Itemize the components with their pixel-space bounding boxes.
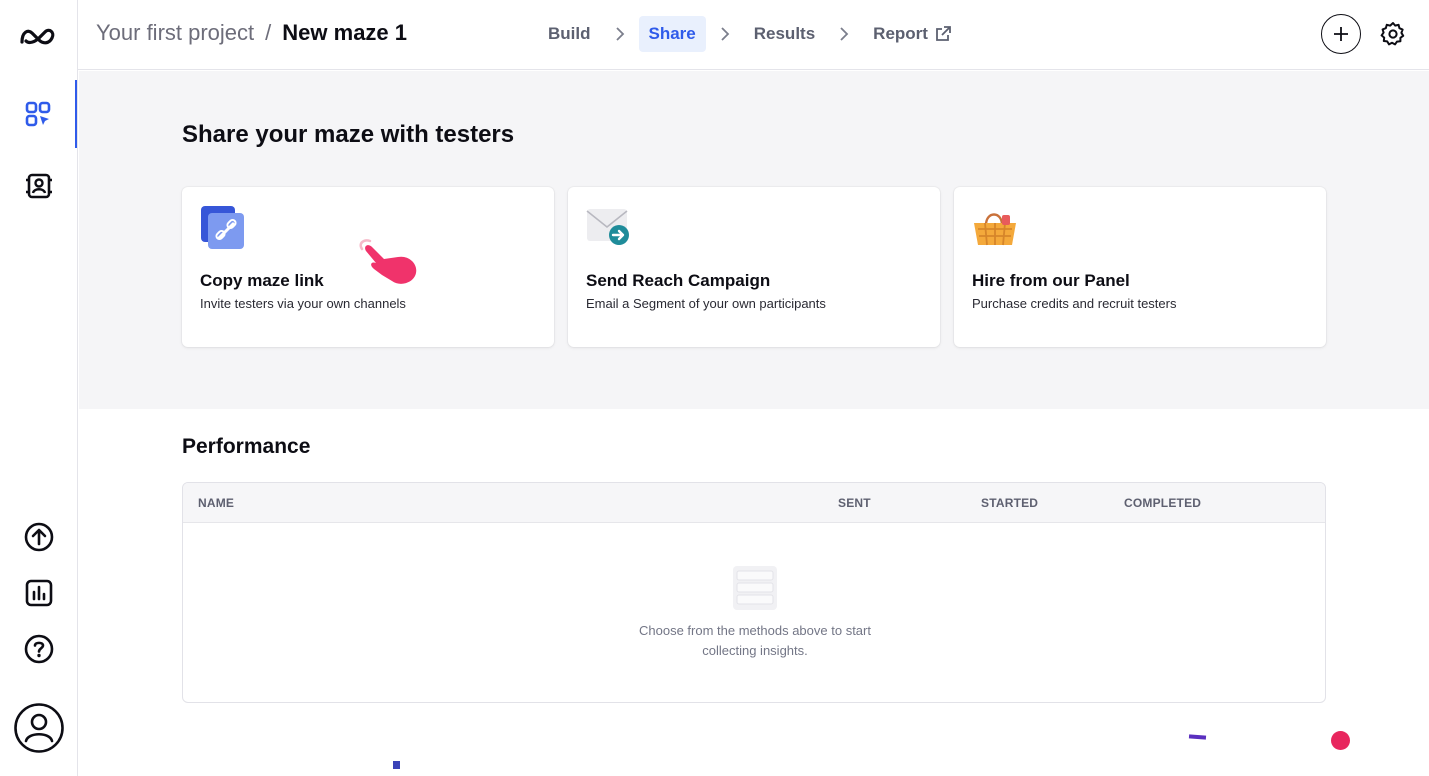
link-icon bbox=[200, 205, 246, 251]
empty-state-text: Choose from the methods above to start c… bbox=[183, 621, 1325, 661]
tab-results[interactable]: Results bbox=[744, 16, 825, 52]
arrow-up-circle-icon bbox=[24, 522, 53, 552]
add-button[interactable] bbox=[1321, 14, 1361, 54]
share-section: Share your maze with testers Copy maze l… bbox=[79, 71, 1429, 409]
contacts-icon bbox=[25, 173, 52, 199]
step-navigation: Build Share Results Report bbox=[538, 16, 962, 52]
breadcrumb-separator: / bbox=[265, 20, 272, 45]
share-title: Share your maze with testers bbox=[182, 121, 515, 148]
performance-title: Performance bbox=[182, 435, 311, 458]
plus-icon bbox=[1334, 27, 1348, 41]
sidebar bbox=[0, 0, 78, 776]
card-description: Purchase credits and recruit testers bbox=[972, 296, 1177, 311]
performance-table: NAME SENT STARTED COMPLETED Choose from … bbox=[182, 482, 1326, 703]
external-link-icon bbox=[934, 25, 952, 43]
sidebar-item-account[interactable] bbox=[0, 698, 77, 758]
table-header: NAME SENT STARTED COMPLETED bbox=[183, 483, 1325, 523]
app-window: Your first project / New maze 1 Build Sh… bbox=[0, 0, 1429, 776]
breadcrumb-maze-title[interactable]: New maze 1 bbox=[282, 20, 407, 46]
decorative-mark bbox=[393, 761, 400, 769]
decorative-mark bbox=[1188, 734, 1207, 740]
column-sent[interactable]: SENT bbox=[838, 496, 871, 510]
sidebar-item-analytics[interactable] bbox=[0, 565, 77, 621]
tab-report[interactable]: Report bbox=[863, 16, 962, 52]
bar-chart-icon bbox=[25, 579, 52, 607]
maze-logo-icon[interactable] bbox=[0, 8, 77, 64]
empty-state-line-2: collecting insights. bbox=[702, 643, 808, 658]
mail-send-icon bbox=[586, 205, 632, 251]
basket-icon bbox=[972, 205, 1018, 251]
grid-icon bbox=[25, 101, 50, 127]
hand-cursor-icon bbox=[359, 239, 417, 284]
card-description: Email a Segment of your own participants bbox=[586, 296, 826, 311]
settings-button[interactable] bbox=[1375, 14, 1411, 54]
tab-report-label: Report bbox=[873, 24, 928, 43]
chevron-right-icon bbox=[615, 27, 625, 41]
tab-build[interactable]: Build bbox=[538, 16, 601, 52]
hire-from-panel-card[interactable]: Hire from our Panel Purchase credits and… bbox=[954, 187, 1326, 347]
column-name[interactable]: NAME bbox=[198, 496, 234, 510]
empty-state-line-1: Choose from the methods above to start bbox=[639, 623, 871, 638]
recording-dot bbox=[1331, 731, 1350, 750]
copy-maze-link-card[interactable]: Copy maze link Invite testers via your o… bbox=[182, 187, 554, 347]
help-icon bbox=[24, 634, 53, 664]
tab-share[interactable]: Share bbox=[638, 16, 706, 52]
user-avatar-icon bbox=[13, 703, 64, 753]
sidebar-item-contacts[interactable] bbox=[0, 158, 77, 214]
breadcrumb-project[interactable]: Your first project bbox=[96, 20, 254, 46]
sidebar-item-projects[interactable] bbox=[0, 80, 77, 148]
card-title: Copy maze link bbox=[200, 271, 324, 290]
breadcrumb: Your first project / New maze 1 bbox=[96, 20, 407, 46]
empty-list-icon bbox=[732, 565, 778, 616]
chevron-right-icon bbox=[839, 27, 849, 41]
card-title: Hire from our Panel bbox=[972, 271, 1130, 290]
gear-icon bbox=[1380, 22, 1405, 46]
top-bar: Your first project / New maze 1 Build Sh… bbox=[78, 0, 1429, 70]
sidebar-item-help[interactable] bbox=[0, 621, 77, 677]
card-description: Invite testers via your own channels bbox=[200, 296, 406, 311]
column-started[interactable]: STARTED bbox=[981, 496, 1038, 510]
card-title: Send Reach Campaign bbox=[586, 271, 771, 290]
chevron-right-icon bbox=[720, 27, 730, 41]
send-reach-campaign-card[interactable]: Send Reach Campaign Email a Segment of y… bbox=[568, 187, 940, 347]
sidebar-item-upgrade[interactable] bbox=[0, 509, 77, 565]
column-completed[interactable]: COMPLETED bbox=[1124, 496, 1201, 510]
top-actions bbox=[1321, 14, 1411, 54]
